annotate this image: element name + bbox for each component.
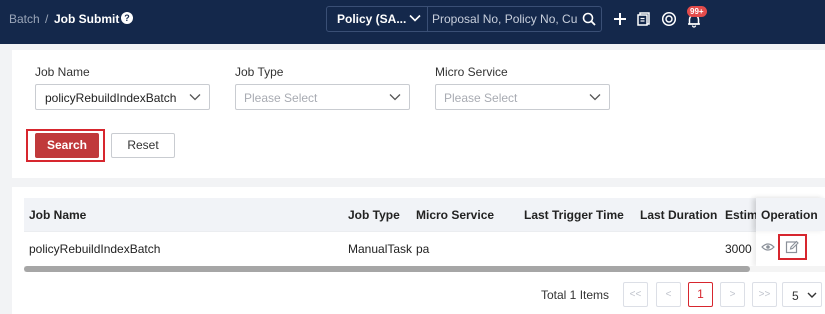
cell-estimated: 3000 <box>725 242 752 256</box>
search-scope-select[interactable]: Policy (SA... <box>327 7 428 31</box>
view-eye-icon[interactable] <box>761 241 775 253</box>
breadcrumb-batch[interactable]: Batch <box>9 12 40 26</box>
top-bar: Batch / Job Submit ? Policy (SA... 99+ <box>0 0 825 44</box>
documents-icon[interactable] <box>636 11 652 27</box>
micro-service-placeholder: Please Select <box>444 91 518 105</box>
search-input[interactable] <box>429 7 577 31</box>
page-size-select[interactable]: 5 <box>782 282 822 307</box>
job-type-label: Job Type <box>235 65 284 79</box>
first-page-button[interactable]: << <box>623 282 648 307</box>
page-title: Job Submit <box>54 12 120 26</box>
col-last-duration[interactable]: Last Duration <box>640 208 717 222</box>
next-page-button[interactable]: > <box>720 282 745 307</box>
cell-job-type: ManualTask <box>348 242 413 256</box>
micro-service-select[interactable]: Please Select <box>435 84 610 110</box>
page-size-value: 5 <box>792 289 799 303</box>
col-micro-service[interactable]: Micro Service <box>416 208 494 222</box>
search-button[interactable]: Search <box>35 133 99 158</box>
job-name-select[interactable]: policyRebuildIndexBatch <box>35 84 210 110</box>
chevron-down-icon <box>409 14 421 22</box>
job-type-select[interactable]: Please Select <box>235 84 410 110</box>
col-last-trigger-time[interactable]: Last Trigger Time <box>524 208 624 222</box>
cell-micro-service: pa <box>416 242 430 256</box>
prev-page-button[interactable]: < <box>656 282 681 307</box>
job-name-value: policyRebuildIndexBatch <box>45 91 177 105</box>
filter-panel <box>12 50 825 178</box>
breadcrumb-separator: / <box>45 12 49 26</box>
col-operation: Operation <box>761 208 818 222</box>
edit-icon[interactable] <box>785 240 799 254</box>
job-name-label: Job Name <box>35 65 90 79</box>
row-divider <box>24 231 825 232</box>
horizontal-scrollbar-thumb[interactable] <box>24 266 750 272</box>
chevron-down-icon <box>389 94 401 101</box>
chevron-down-icon <box>189 94 201 101</box>
total-items: Total 1 Items <box>541 288 610 302</box>
search-scope-value: Policy (SA... <box>337 12 407 26</box>
micro-service-label: Micro Service <box>435 65 508 79</box>
chevron-down-icon <box>807 292 817 298</box>
add-icon[interactable] <box>612 11 628 27</box>
job-type-placeholder: Please Select <box>244 91 318 105</box>
search-icon[interactable] <box>582 12 596 26</box>
col-job-name[interactable]: Job Name <box>29 208 86 222</box>
last-page-button[interactable]: >> <box>752 282 777 307</box>
notification-badge: 99+ <box>687 6 707 17</box>
cell-job-name: policyRebuildIndexBatch <box>29 242 161 256</box>
col-job-type[interactable]: Job Type <box>348 208 400 222</box>
help-circle-icon[interactable]: ? <box>121 12 133 24</box>
chevron-down-icon <box>589 94 601 101</box>
table-header: Job Name Job Type Micro Service Last Tri… <box>24 198 825 231</box>
global-search: Policy (SA... <box>326 6 602 32</box>
reset-button[interactable]: Reset <box>111 133 175 158</box>
page-1-button[interactable]: 1 <box>688 282 713 307</box>
target-icon[interactable] <box>661 11 677 27</box>
